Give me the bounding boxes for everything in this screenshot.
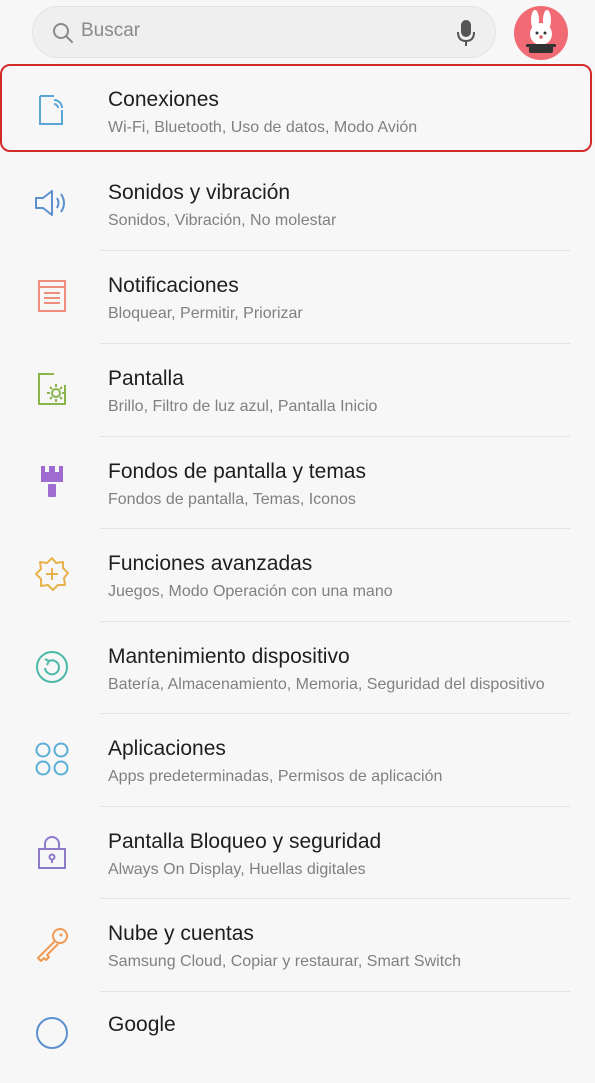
refresh-icon bbox=[32, 647, 72, 687]
lock-icon bbox=[32, 832, 72, 872]
settings-item-fondos[interactable]: Fondos de pantalla y temas Fondos de pan… bbox=[0, 436, 595, 528]
settings-item-pantalla[interactable]: Pantalla Brillo, Filtro de luz azul, Pan… bbox=[0, 343, 595, 435]
microphone-icon[interactable] bbox=[455, 18, 477, 53]
item-subtitle: Apps predeterminadas, Permisos de aplica… bbox=[108, 768, 443, 785]
settings-item-mantenimiento[interactable]: Mantenimiento dispositivo Batería, Almac… bbox=[0, 621, 595, 713]
item-subtitle: Juegos, Modo Operación con una mano bbox=[108, 583, 393, 600]
item-subtitle: Batería, Almacenamiento, Memoria, Seguri… bbox=[108, 676, 545, 693]
item-title: Fondos de pantalla y temas bbox=[108, 460, 366, 483]
gear-plus-icon bbox=[32, 554, 72, 594]
notifications-icon bbox=[32, 276, 72, 316]
item-subtitle: Fondos de pantalla, Temas, Iconos bbox=[108, 491, 356, 508]
paintbrush-icon bbox=[32, 462, 72, 502]
item-subtitle: Bloquear, Permitir, Priorizar bbox=[108, 305, 303, 322]
item-subtitle: Brillo, Filtro de luz azul, Pantalla Ini… bbox=[108, 398, 378, 415]
item-title: Notificaciones bbox=[108, 274, 239, 297]
item-title: Pantalla Bloqueo y seguridad bbox=[108, 830, 382, 853]
item-title: Funciones avanzadas bbox=[108, 552, 313, 575]
avatar[interactable] bbox=[514, 6, 568, 60]
item-title: Google bbox=[108, 1013, 176, 1036]
selection-highlight bbox=[0, 64, 592, 152]
settings-item-google[interactable]: Google bbox=[0, 991, 595, 1083]
settings-item-funciones-avanzadas[interactable]: Funciones avanzadas Juegos, Modo Operaci… bbox=[0, 528, 595, 620]
settings-item-aplicaciones[interactable]: Aplicaciones Apps predeterminadas, Permi… bbox=[0, 713, 595, 805]
item-title: Sonidos y vibración bbox=[108, 181, 291, 204]
settings-item-nube[interactable]: Nube y cuentas Samsung Cloud, Copiar y r… bbox=[0, 898, 595, 990]
item-subtitle: Sonidos, Vibración, No molestar bbox=[108, 212, 337, 229]
settings-item-notificaciones[interactable]: Notificaciones Bloquear, Permitir, Prior… bbox=[0, 250, 595, 342]
speaker-icon bbox=[32, 183, 72, 223]
search-icon bbox=[51, 21, 75, 50]
item-title: Nube y cuentas bbox=[108, 922, 254, 945]
item-title: Pantalla bbox=[108, 367, 184, 390]
google-icon bbox=[32, 1013, 72, 1053]
settings-item-bloqueo[interactable]: Pantalla Bloqueo y seguridad Always On D… bbox=[0, 806, 595, 898]
apps-icon bbox=[32, 739, 72, 779]
item-title: Mantenimiento dispositivo bbox=[108, 645, 350, 668]
key-icon bbox=[32, 924, 72, 964]
display-icon bbox=[32, 369, 72, 409]
item-subtitle: Always On Display, Huellas digitales bbox=[108, 861, 366, 878]
search-bar[interactable]: Buscar bbox=[32, 6, 496, 58]
settings-item-sonidos[interactable]: Sonidos y vibración Sonidos, Vibración, … bbox=[0, 157, 595, 249]
search-input[interactable]: Buscar bbox=[81, 20, 140, 42]
item-title: Aplicaciones bbox=[108, 737, 226, 760]
item-subtitle: Samsung Cloud, Copiar y restaurar, Smart… bbox=[108, 953, 462, 970]
